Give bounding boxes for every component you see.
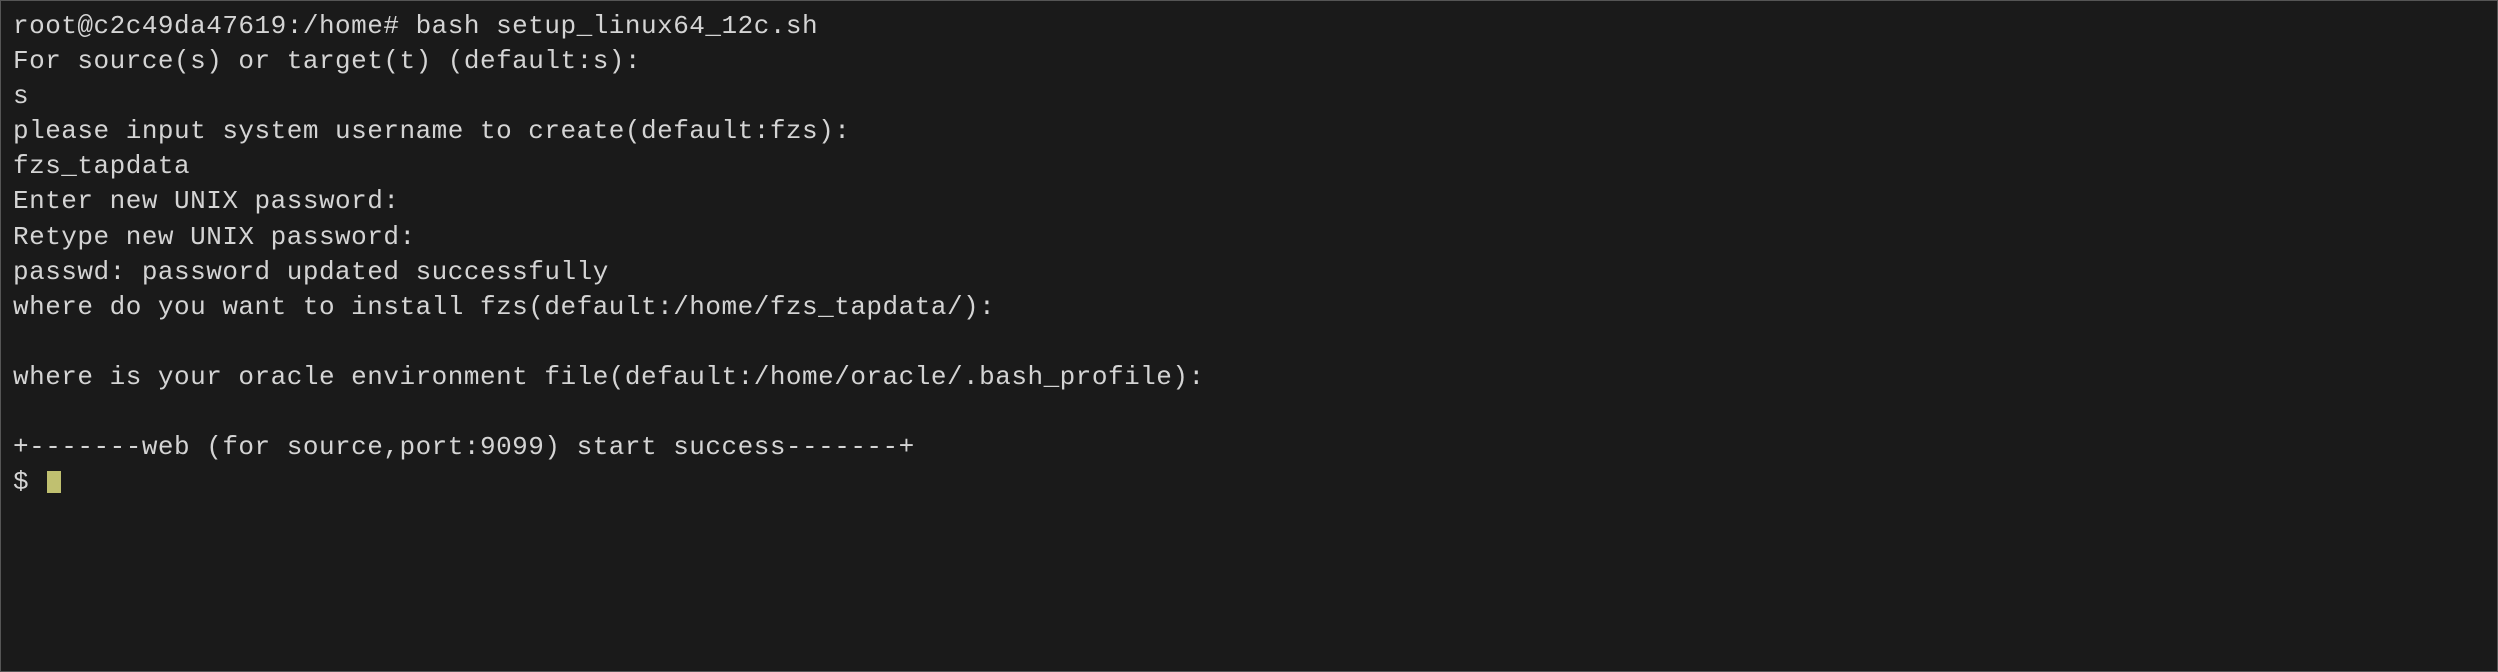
terminal-line: root@c2c49da47619:/home# bash setup_linu… (13, 9, 2485, 44)
terminal-line: s (13, 79, 2485, 114)
terminal-output[interactable]: root@c2c49da47619:/home# bash setup_linu… (13, 9, 2485, 500)
prompt-symbol: $ (13, 467, 45, 497)
terminal-blank-line (13, 325, 2485, 360)
terminal-line: Enter new UNIX password: (13, 184, 2485, 219)
terminal-prompt-line: $ (13, 465, 2485, 500)
terminal-line: where is your oracle environment file(de… (13, 360, 2485, 395)
cursor (47, 471, 61, 493)
terminal-blank-line (13, 395, 2485, 430)
terminal-line: fzs_tapdata (13, 149, 2485, 184)
terminal-line: Retype new UNIX password: (13, 220, 2485, 255)
terminal-line: For source(s) or target(t) (default:s): (13, 44, 2485, 79)
terminal-line: +-------web (for source,port:9099) start… (13, 430, 2485, 465)
terminal-line: where do you want to install fzs(default… (13, 290, 2485, 325)
terminal-line: please input system username to create(d… (13, 114, 2485, 149)
terminal-line: passwd: password updated successfully (13, 255, 2485, 290)
